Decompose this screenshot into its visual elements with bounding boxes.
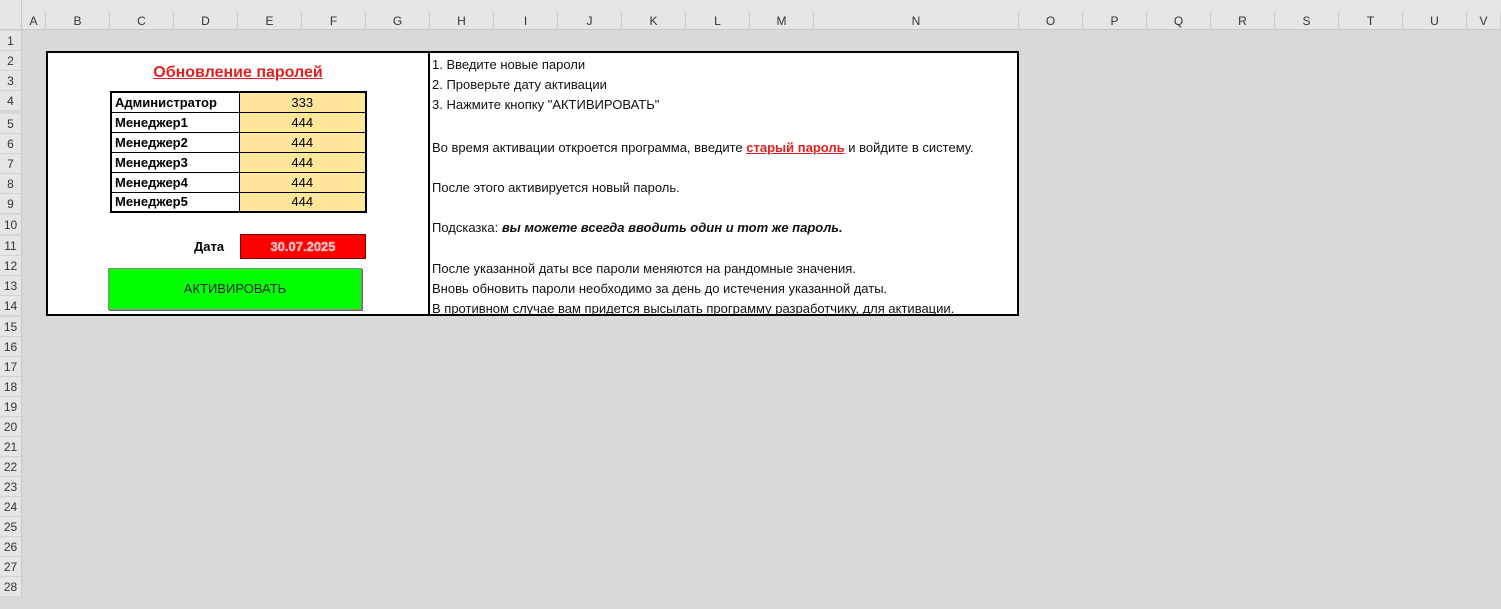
expiry-note-2: Вновь обновить пароли необходимо за день… — [432, 281, 888, 296]
column-header-i[interactable]: I — [494, 12, 558, 30]
row-header-4[interactable]: 4 — [0, 91, 22, 111]
form-title: Обновление паролей — [153, 64, 323, 81]
column-header-e[interactable]: E — [238, 12, 302, 30]
user-name-cell[interactable]: Администратор — [110, 91, 240, 113]
column-header-u[interactable]: U — [1403, 12, 1467, 30]
column-header-s[interactable]: S — [1275, 12, 1339, 30]
old-password-highlight: старый пароль — [746, 140, 845, 155]
activation-note-pre: Во время активации откроется программа, … — [432, 140, 747, 155]
expiry-note-1: После указанной даты все пароли меняются… — [432, 261, 856, 276]
column-header-r[interactable]: R — [1211, 12, 1275, 30]
column-header-f[interactable]: F — [302, 12, 366, 30]
row-header-27[interactable]: 27 — [0, 557, 22, 577]
row-header-19[interactable]: 19 — [0, 397, 22, 417]
row-header-17[interactable]: 17 — [0, 357, 22, 377]
after-activation-note: После этого активируется новый пароль. — [432, 180, 680, 195]
date-label: Дата — [194, 239, 225, 254]
activation-note: Во время активации откроется программа, … — [432, 140, 974, 155]
user-name-cell[interactable]: Менеджер1 — [110, 111, 240, 133]
user-name-cell[interactable]: Менеджер3 — [110, 151, 240, 173]
password-cell[interactable]: 444 — [238, 171, 367, 193]
row-header-18[interactable]: 18 — [0, 377, 22, 397]
row-header-12[interactable]: 12 — [0, 256, 22, 276]
column-header-b[interactable]: B — [46, 12, 110, 30]
column-header-g[interactable]: G — [366, 12, 430, 30]
instruction-step-2: 2. Проверьте дату активации — [432, 77, 607, 92]
instructions-panel: 1. Введите новые пароли 2. Проверьте дат… — [430, 51, 1019, 316]
column-header-n[interactable]: N — [814, 12, 1019, 30]
column-header-bar — [22, 0, 1501, 12]
password-table: Администратор 333 Менеджер1 444 Менеджер… — [110, 91, 367, 213]
activation-note-post: и войдите в систему. — [844, 140, 974, 155]
row-header-10[interactable]: 10 — [0, 215, 22, 235]
table-row: Менеджер2 444 — [110, 131, 367, 153]
row-header-22[interactable]: 22 — [0, 457, 22, 477]
column-header-a[interactable]: A — [22, 12, 46, 30]
row-header-6[interactable]: 6 — [0, 134, 22, 154]
column-header-q[interactable]: Q — [1147, 12, 1211, 30]
column-header-m[interactable]: M — [750, 12, 814, 30]
user-name-cell[interactable]: Менеджер5 — [110, 191, 240, 213]
row-header-16[interactable]: 16 — [0, 337, 22, 357]
row-header-20[interactable]: 20 — [0, 417, 22, 437]
hint-prefix: Подсказка: — [432, 220, 502, 235]
password-cell[interactable]: 444 — [238, 111, 367, 133]
row-header-21[interactable]: 21 — [0, 437, 22, 457]
password-cell[interactable]: 333 — [238, 91, 367, 113]
password-cell[interactable]: 444 — [238, 131, 367, 153]
row-header-7[interactable]: 7 — [0, 154, 22, 174]
row-header-14[interactable]: 14 — [0, 296, 22, 316]
select-all-corner[interactable] — [0, 0, 22, 30]
row-header-11[interactable]: 11 — [0, 236, 22, 256]
column-header-p[interactable]: P — [1083, 12, 1147, 30]
row-header-2[interactable]: 2 — [0, 51, 22, 71]
table-row: Менеджер5 444 — [110, 191, 367, 213]
user-name-cell[interactable]: Менеджер2 — [110, 131, 240, 153]
password-cell[interactable]: 444 — [238, 191, 367, 213]
password-form-panel: Обновление паролей Администратор 333 Мен… — [46, 51, 430, 316]
row-header-25[interactable]: 25 — [0, 517, 22, 537]
activation-date-cell[interactable]: 30.07.2025 — [240, 234, 366, 259]
hint-text: вы можете всегда вводить один и тот же п… — [501, 220, 843, 235]
row-header-8[interactable]: 8 — [0, 174, 22, 194]
row-header-9[interactable]: 9 — [0, 194, 22, 214]
activate-button[interactable]: АКТИВИРОВАТЬ — [108, 268, 362, 310]
row-header-3[interactable]: 3 — [0, 71, 22, 91]
row-header-15[interactable]: 15 — [0, 317, 22, 337]
column-header-j[interactable]: J — [558, 12, 622, 30]
column-header-c[interactable]: C — [110, 12, 174, 30]
row-header-24[interactable]: 24 — [0, 497, 22, 517]
column-header-l[interactable]: L — [686, 12, 750, 30]
column-header-v[interactable]: V — [1467, 12, 1501, 30]
column-header-o[interactable]: O — [1019, 12, 1083, 30]
row-header-1[interactable]: 1 — [0, 31, 22, 51]
row-header-23[interactable]: 23 — [0, 477, 22, 497]
instruction-step-1: 1. Введите новые пароли — [432, 57, 586, 72]
table-row: Менеджер3 444 — [110, 151, 367, 173]
expiry-note-3: В противном случае вам придется высылать… — [432, 301, 955, 316]
password-cell[interactable]: 444 — [238, 151, 367, 173]
row-header-5[interactable]: 5 — [0, 114, 22, 134]
user-name-cell[interactable]: Менеджер4 — [110, 171, 240, 193]
column-header-t[interactable]: T — [1339, 12, 1403, 30]
row-header-13[interactable]: 13 — [0, 276, 22, 296]
row-header-28[interactable]: 28 — [0, 577, 22, 597]
instruction-step-3: 3. Нажмите кнопку "АКТИВИРОВАТЬ" — [432, 97, 660, 112]
row-header-26[interactable]: 26 — [0, 537, 22, 557]
table-row: Менеджер4 444 — [110, 171, 367, 193]
hint-note: Подсказка: вы можете всегда вводить один… — [432, 220, 843, 235]
column-header-h[interactable]: H — [430, 12, 494, 30]
column-header-d[interactable]: D — [174, 12, 238, 30]
table-row: Администратор 333 — [110, 91, 367, 113]
column-header-k[interactable]: K — [622, 12, 686, 30]
table-row: Менеджер1 444 — [110, 111, 367, 133]
